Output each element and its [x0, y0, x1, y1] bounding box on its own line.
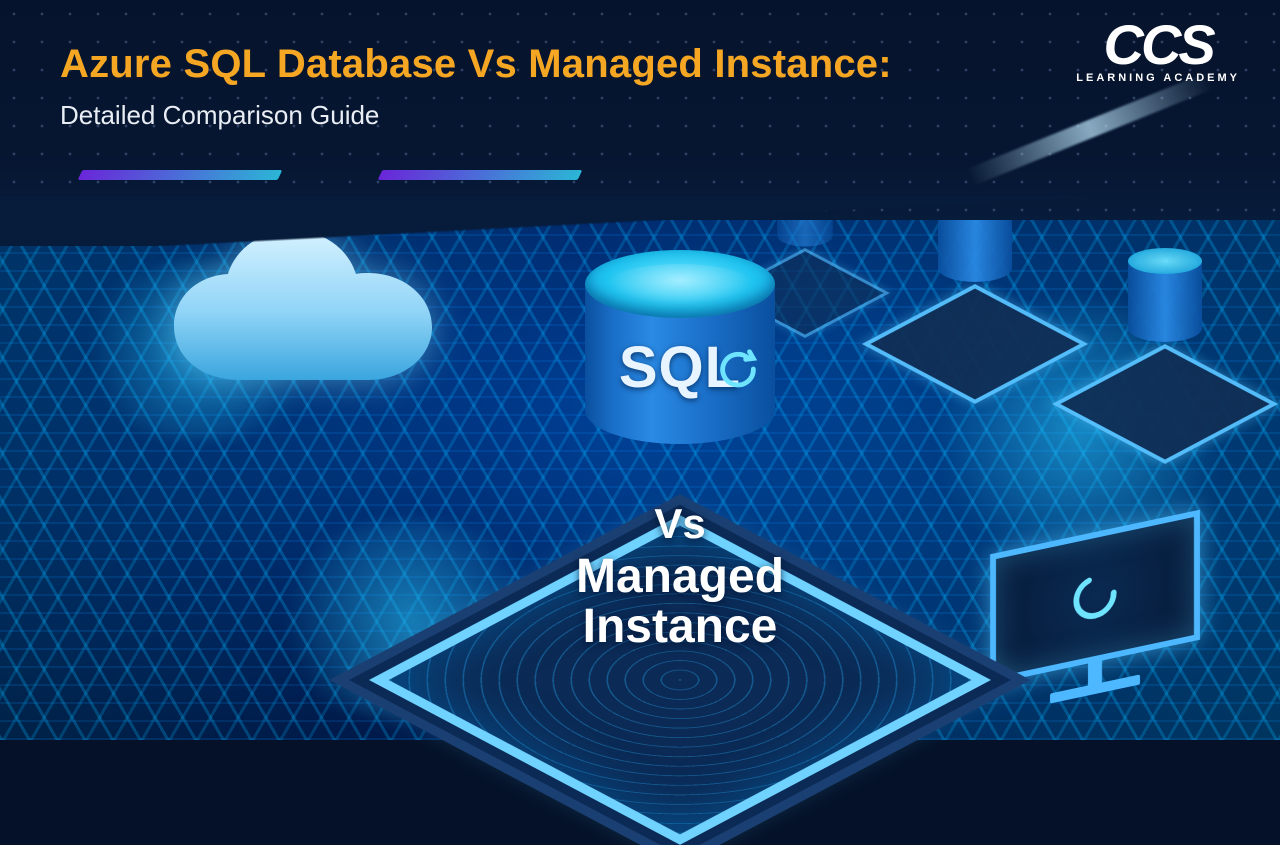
- managed-line2: Instance: [583, 600, 778, 653]
- logo-main-text: CCS: [1076, 20, 1240, 70]
- managed-line1: Managed: [576, 550, 784, 603]
- mini-database-icon: [1110, 260, 1220, 380]
- sql-database-icon: SQL: [585, 250, 775, 470]
- accent-bar: [378, 170, 583, 180]
- loading-ring-icon: [1067, 563, 1123, 631]
- cloud-icon: [160, 230, 460, 410]
- hero-caption: Vs Managed Instance: [470, 500, 890, 653]
- brand-logo: CCS LEARNING ACADEMY: [1076, 20, 1240, 84]
- diagonal-stroke-accent: [966, 72, 1214, 186]
- logo-sub-text: LEARNING ACADEMY: [1076, 72, 1240, 84]
- accent-bar: [78, 170, 283, 180]
- page-subtitle: Detailed Comparison Guide: [60, 100, 379, 131]
- refresh-icon: [715, 346, 761, 392]
- vs-label: Vs: [470, 500, 890, 548]
- hero-graphic: SQL Vs Managed Instance: [420, 250, 940, 710]
- page-title: Azure SQL Database Vs Managed Instance:: [60, 42, 892, 87]
